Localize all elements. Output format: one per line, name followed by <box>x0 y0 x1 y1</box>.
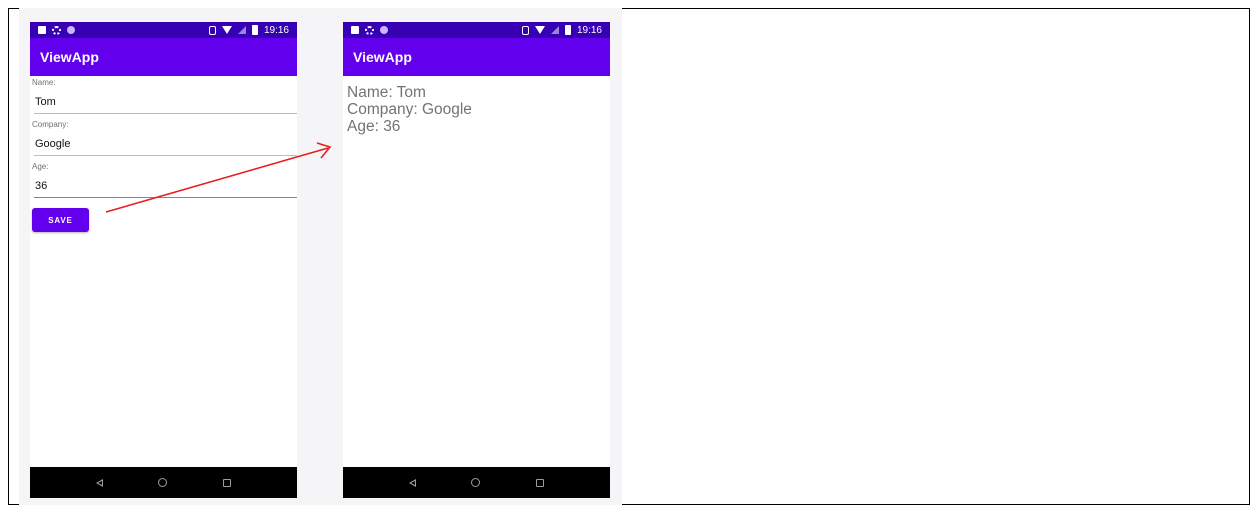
age-input[interactable]: 36 <box>34 174 297 198</box>
wifi-icon <box>534 26 545 34</box>
age-label: Age: <box>32 162 49 171</box>
message-icon <box>38 26 46 34</box>
notification-dot-icon <box>67 26 75 34</box>
battery-icon <box>564 25 571 35</box>
message-icon <box>351 26 359 34</box>
vibrate-icon <box>521 25 529 35</box>
status-bar: 19:16 <box>343 22 610 38</box>
company-input[interactable]: Google <box>34 132 297 156</box>
home-icon[interactable] <box>158 478 168 487</box>
output-text: Name: Tom Company: Google Age: 36 <box>343 76 610 135</box>
phone-input-screen: 19:16 ViewApp Name: Tom Company: Google … <box>30 22 297 498</box>
status-time: 19:16 <box>263 24 289 36</box>
phone-output-screen: 19:16 ViewApp Name: Tom Company: Google … <box>343 22 610 498</box>
output-age: Age: 36 <box>347 118 401 135</box>
vibrate-icon <box>208 25 216 35</box>
signal-icon <box>237 26 246 34</box>
save-button[interactable]: SAVE <box>32 208 89 232</box>
app-title: ViewApp <box>353 49 412 65</box>
output-company: Company: Google <box>347 101 472 118</box>
status-time: 19:16 <box>576 24 602 36</box>
wifi-icon <box>221 26 232 34</box>
navigation-bar <box>30 467 297 498</box>
gear-icon <box>365 25 374 35</box>
gear-icon <box>52 25 61 35</box>
navigation-bar <box>343 467 610 498</box>
recent-apps-icon[interactable] <box>223 478 232 487</box>
app-bar: ViewApp <box>30 38 297 76</box>
app-title: ViewApp <box>40 49 99 65</box>
input-form: Name: Tom Company: Google Age: 36 SAVE <box>30 76 297 232</box>
back-icon[interactable] <box>408 478 416 487</box>
name-input[interactable]: Tom <box>34 90 297 114</box>
back-icon[interactable] <box>95 478 103 487</box>
notification-dot-icon <box>380 26 388 34</box>
company-label: Company: <box>32 120 69 129</box>
output-name: Name: Tom <box>347 84 426 101</box>
signal-icon <box>550 26 559 34</box>
recent-apps-icon[interactable] <box>536 478 545 487</box>
app-bar: ViewApp <box>343 38 610 76</box>
status-bar: 19:16 <box>30 22 297 38</box>
battery-icon <box>251 25 258 35</box>
name-label: Name: <box>32 78 56 87</box>
home-icon[interactable] <box>471 478 481 487</box>
